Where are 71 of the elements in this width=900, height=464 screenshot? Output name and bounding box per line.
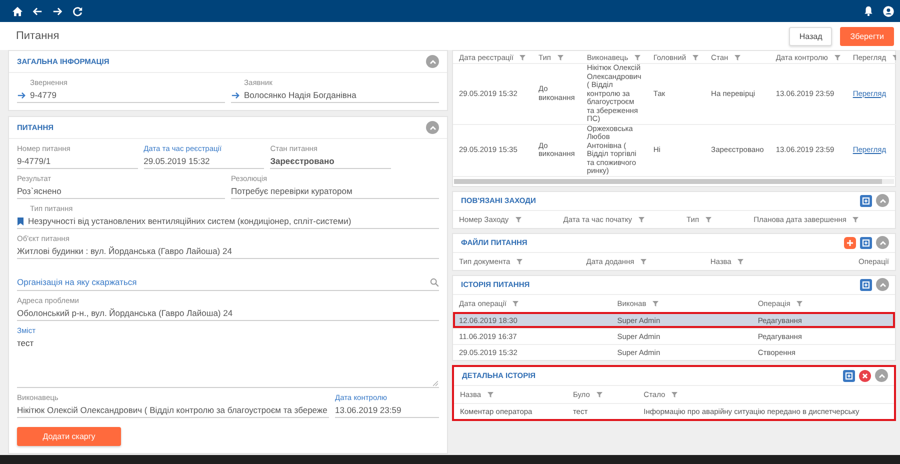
export-button[interactable] xyxy=(843,370,855,382)
refresh-icon[interactable] xyxy=(72,6,83,16)
input-field[interactable]: Оболонський р-н., вул. Йорданська (Гавро Лайоша) 24 xyxy=(17,306,439,321)
frame-icon xyxy=(862,280,870,288)
bookmark-icon xyxy=(17,216,24,226)
collapse-button[interactable] xyxy=(426,55,439,68)
filter-icon[interactable] xyxy=(734,54,742,62)
filter-icon[interactable] xyxy=(512,300,520,308)
input-field[interactable]: 29.05.2019 15:32 xyxy=(144,154,264,169)
input-field[interactable]: 9-4779 xyxy=(17,88,225,103)
search-icon xyxy=(430,278,439,286)
horizontal-scrollbar[interactable] xyxy=(454,178,894,184)
filter-icon[interactable] xyxy=(487,391,494,398)
search-field[interactable]: Організація на яку скаржаться xyxy=(17,277,430,287)
filter-icon[interactable] xyxy=(640,258,648,266)
frame-icon xyxy=(845,372,853,380)
chevron-up-icon xyxy=(878,280,886,288)
input-field[interactable]: Потребує перевірки куратором xyxy=(231,184,439,199)
filter-icon[interactable] xyxy=(634,54,642,62)
input-field[interactable]: 13.06.2019 23:59 xyxy=(335,403,439,418)
filter-icon[interactable] xyxy=(652,300,660,308)
filter-icon[interactable] xyxy=(796,300,804,308)
back-button[interactable]: Назад xyxy=(789,26,832,46)
filter-icon[interactable] xyxy=(737,258,744,266)
back-arrow-icon[interactable] xyxy=(32,6,43,16)
collapse-button[interactable] xyxy=(875,369,888,382)
export-button[interactable] xyxy=(860,194,872,206)
add-button[interactable] xyxy=(844,236,856,248)
user-icon[interactable] xyxy=(883,6,894,16)
bell-icon[interactable] xyxy=(863,5,874,17)
filter-icon[interactable] xyxy=(516,258,524,266)
filter-icon[interactable] xyxy=(692,54,700,62)
collapse-button[interactable] xyxy=(426,121,439,134)
filter-icon[interactable] xyxy=(514,216,522,224)
input-field[interactable]: Волосянко Надія Богданівна xyxy=(231,88,439,103)
filter-icon[interactable] xyxy=(638,216,645,224)
input-field[interactable]: Житлові будинки : вул. Йорданська (Гавро Лайоша) 24 xyxy=(17,244,439,259)
input-field[interactable]: 9-4779/1 xyxy=(17,154,138,169)
export-button[interactable] xyxy=(860,278,872,290)
input-field[interactable]: Незручності від установлених вентиляційних систем (кондиціонер, спліт-системи) xyxy=(17,214,439,229)
collapse-button[interactable] xyxy=(876,236,889,249)
collapse-button[interactable] xyxy=(876,278,889,291)
export-button[interactable] xyxy=(860,236,872,248)
collapse-button[interactable] xyxy=(876,194,889,207)
filter-icon[interactable] xyxy=(705,216,712,224)
resize-grip-icon xyxy=(433,381,438,386)
frame-icon xyxy=(862,196,870,204)
home-icon[interactable] xyxy=(12,6,23,16)
frame-icon xyxy=(862,238,870,246)
text-area[interactable]: тест xyxy=(17,336,439,388)
input-field[interactable]: Нікітюк Олексій Олександрович ( Відділ контролю за благоустроєм та збереже xyxy=(17,403,329,418)
filter-icon[interactable] xyxy=(671,391,678,398)
page-title: Питання xyxy=(16,30,60,42)
chevron-up-icon xyxy=(878,196,886,204)
filter-icon[interactable] xyxy=(556,54,564,62)
filter-icon[interactable] xyxy=(852,216,860,224)
chevron-up-icon xyxy=(428,124,436,132)
plus-icon xyxy=(846,238,854,246)
chevron-up-icon xyxy=(878,372,886,380)
chevron-up-icon xyxy=(878,238,886,246)
filter-icon[interactable] xyxy=(519,54,526,62)
close-icon xyxy=(861,372,869,380)
arrow-right-icon xyxy=(17,90,26,100)
filter-icon[interactable] xyxy=(834,54,841,62)
filter-icon[interactable] xyxy=(596,391,603,398)
arrow-right-icon xyxy=(231,90,240,100)
delete-button[interactable] xyxy=(859,370,871,382)
forward-arrow-icon[interactable] xyxy=(52,6,63,16)
chevron-up-icon xyxy=(428,58,436,66)
input-field[interactable]: Роз`яснено xyxy=(17,184,225,199)
input-field[interactable]: Зареєстровано xyxy=(270,154,391,169)
